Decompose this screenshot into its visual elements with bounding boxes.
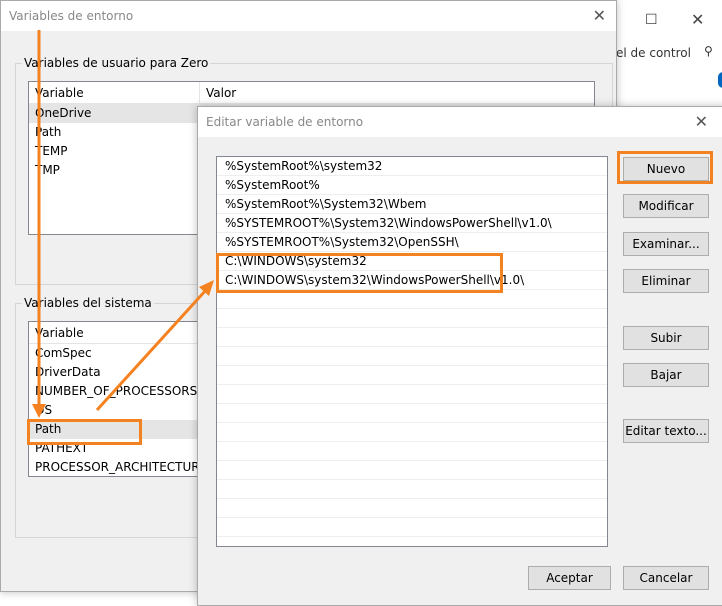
arrowhead-icon: [32, 404, 46, 418]
annotation-arrows: [32, 30, 214, 418]
arrow-diagonal-line: [95, 288, 208, 412]
